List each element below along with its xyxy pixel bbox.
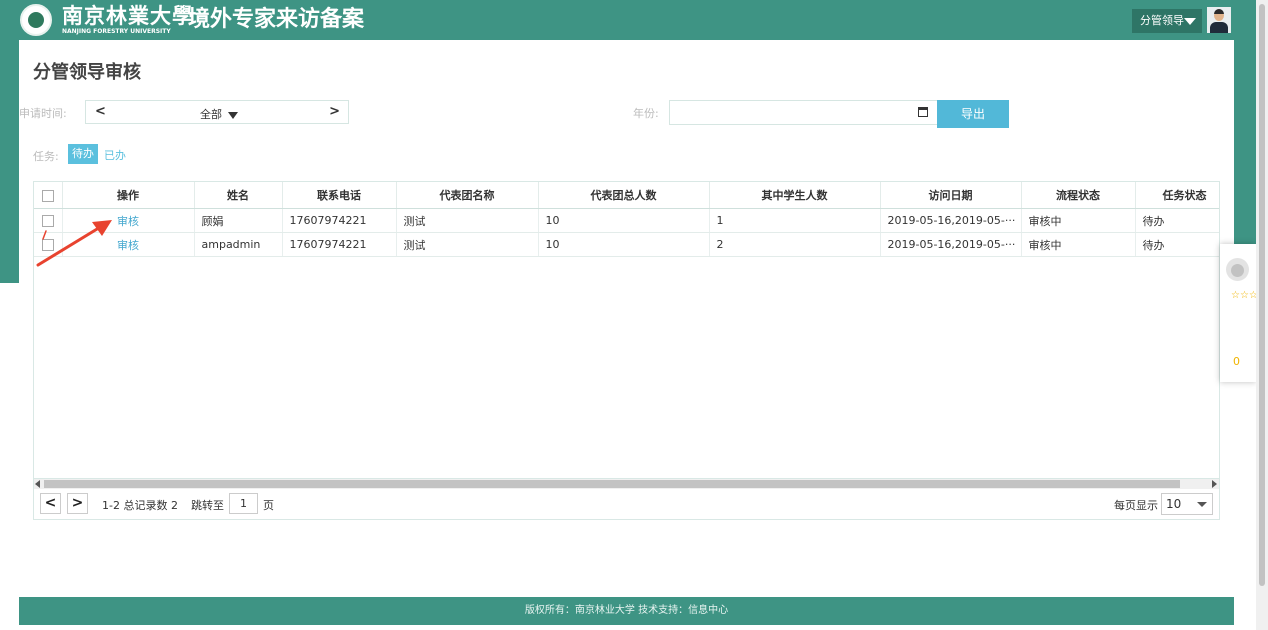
side-widget[interactable]: ☆☆☆☆☆ 0: [1220, 244, 1268, 382]
jump-page-input[interactable]: 1: [229, 493, 258, 514]
rating-count: 0: [1233, 355, 1240, 368]
select-all-checkbox[interactable]: [41, 189, 54, 202]
task-status-cell: 待办: [1135, 208, 1219, 233]
export-button[interactable]: 导出: [937, 100, 1009, 128]
tab-pending[interactable]: 待办: [68, 144, 98, 164]
total-cell: 10: [538, 232, 710, 257]
column-header: 操作: [62, 182, 195, 209]
data-table: 操作 姓名 联系电话 代表团名称 代表团总人数 其中学生人数 访问日期 流程状态…: [33, 181, 1220, 479]
column-header: 代表团总人数: [538, 182, 710, 209]
column-header: 其中学生人数: [709, 182, 881, 209]
phone-cell: 17607974221: [282, 232, 397, 257]
year-input[interactable]: [669, 100, 939, 125]
column-header: 姓名: [194, 182, 283, 209]
year-label: 年份:: [633, 107, 659, 120]
main-panel: 分管领导审核 申请时间: < 全部 > 年份: 导出 任务: 待办 已办 操作 …: [19, 40, 1234, 598]
per-page-value: 10: [1166, 497, 1182, 511]
calendar-icon[interactable]: [918, 107, 928, 117]
column-header: 代表团名称: [396, 182, 539, 209]
review-link[interactable]: 审核: [117, 239, 139, 252]
review-link[interactable]: 审核: [117, 215, 139, 228]
role-label: 分管领导: [1140, 14, 1184, 27]
page-unit-label: 页: [263, 499, 274, 512]
table-header-row: 操作 姓名 联系电话 代表团名称 代表团总人数 其中学生人数 访问日期 流程状态…: [34, 182, 1219, 209]
scrollbar-thumb[interactable]: [1259, 4, 1265, 586]
students-cell: 1: [709, 208, 881, 233]
date-prev-button[interactable]: <: [95, 104, 106, 119]
period-value: 全部: [200, 108, 222, 121]
select-all-cell: [34, 182, 63, 209]
date-navigator: < 全部 >: [85, 100, 349, 124]
jump-label: 跳转至: [191, 499, 224, 512]
university-name: 南京林業大學: [62, 3, 194, 28]
task-status-cell: 待办: [1135, 232, 1219, 257]
prev-page-button[interactable]: <: [40, 493, 61, 514]
table-row: 审核 ampadmin 17607974221 测试 10 2 2019-05-…: [34, 232, 1219, 257]
per-page-label: 每页显示: [1114, 499, 1158, 512]
total-cell: 10: [538, 208, 710, 233]
scroll-right-icon[interactable]: [1212, 480, 1217, 488]
dropdown-triangle-icon: [228, 111, 238, 119]
annotation-arrow-icon: [36, 220, 112, 267]
date-next-button[interactable]: >: [329, 104, 340, 119]
table-row: 审核 顾娟 17607974221 测试 10 1 2019-05-16,201…: [34, 208, 1219, 233]
column-header: 访问日期: [880, 182, 1022, 209]
horizontal-scrollbar[interactable]: [33, 479, 1220, 489]
page-title: 分管领导审核: [33, 62, 141, 83]
record-summary: 1-2 总记录数 2: [102, 499, 178, 512]
column-header: 流程状态: [1021, 182, 1136, 209]
chevron-down-icon: [1197, 502, 1207, 507]
caret-down-icon: [1184, 18, 1196, 25]
task-label: 任务:: [33, 150, 59, 163]
phone-cell: 17607974221: [282, 208, 397, 233]
app-title: 境外专家来访备案: [188, 7, 365, 32]
column-header: 任务状态: [1135, 182, 1219, 209]
star-icon[interactable]: ☆☆☆☆☆: [1231, 290, 1268, 301]
per-page-select[interactable]: 10: [1161, 493, 1213, 515]
pagination-bar: < > 1-2 总记录数 2 跳转至 1 页 每页显示 10: [33, 489, 1220, 520]
visit-date-cell: 2019-05-16,2019-05-···: [880, 232, 1022, 257]
user-avatar-icon: [1226, 258, 1249, 281]
footer: 版权所有：南京林业大学 技术支持：信息中心: [19, 597, 1234, 625]
period-select[interactable]: 全部: [200, 106, 238, 122]
flow-status-cell: 审核中: [1021, 232, 1136, 257]
scroll-left-icon[interactable]: [35, 480, 40, 488]
university-name-en: NANJING FORESTRY UNIVERSITY: [62, 28, 171, 35]
tab-done[interactable]: 已办: [104, 147, 126, 163]
scrollbar-thumb[interactable]: [44, 480, 1180, 488]
column-header: 联系电话: [282, 182, 397, 209]
flow-status-cell: 审核中: [1021, 208, 1136, 233]
university-logo-icon: [20, 4, 52, 36]
vertical-scrollbar[interactable]: [1256, 0, 1268, 630]
role-dropdown-button[interactable]: 分管领导: [1132, 9, 1202, 33]
delegation-cell: 测试: [396, 232, 539, 257]
name-cell: 顾娟: [194, 208, 283, 233]
next-page-button[interactable]: >: [67, 493, 88, 514]
top-bar: 南京林業大學 NANJING FORESTRY UNIVERSITY 境外专家来…: [0, 0, 1268, 40]
delegation-cell: 测试: [396, 208, 539, 233]
students-cell: 2: [709, 232, 881, 257]
name-cell: ampadmin: [194, 232, 283, 257]
user-avatar-icon[interactable]: [1207, 7, 1231, 33]
apply-time-label: 申请时间:: [19, 107, 67, 120]
visit-date-cell: 2019-05-16,2019-05-···: [880, 208, 1022, 233]
